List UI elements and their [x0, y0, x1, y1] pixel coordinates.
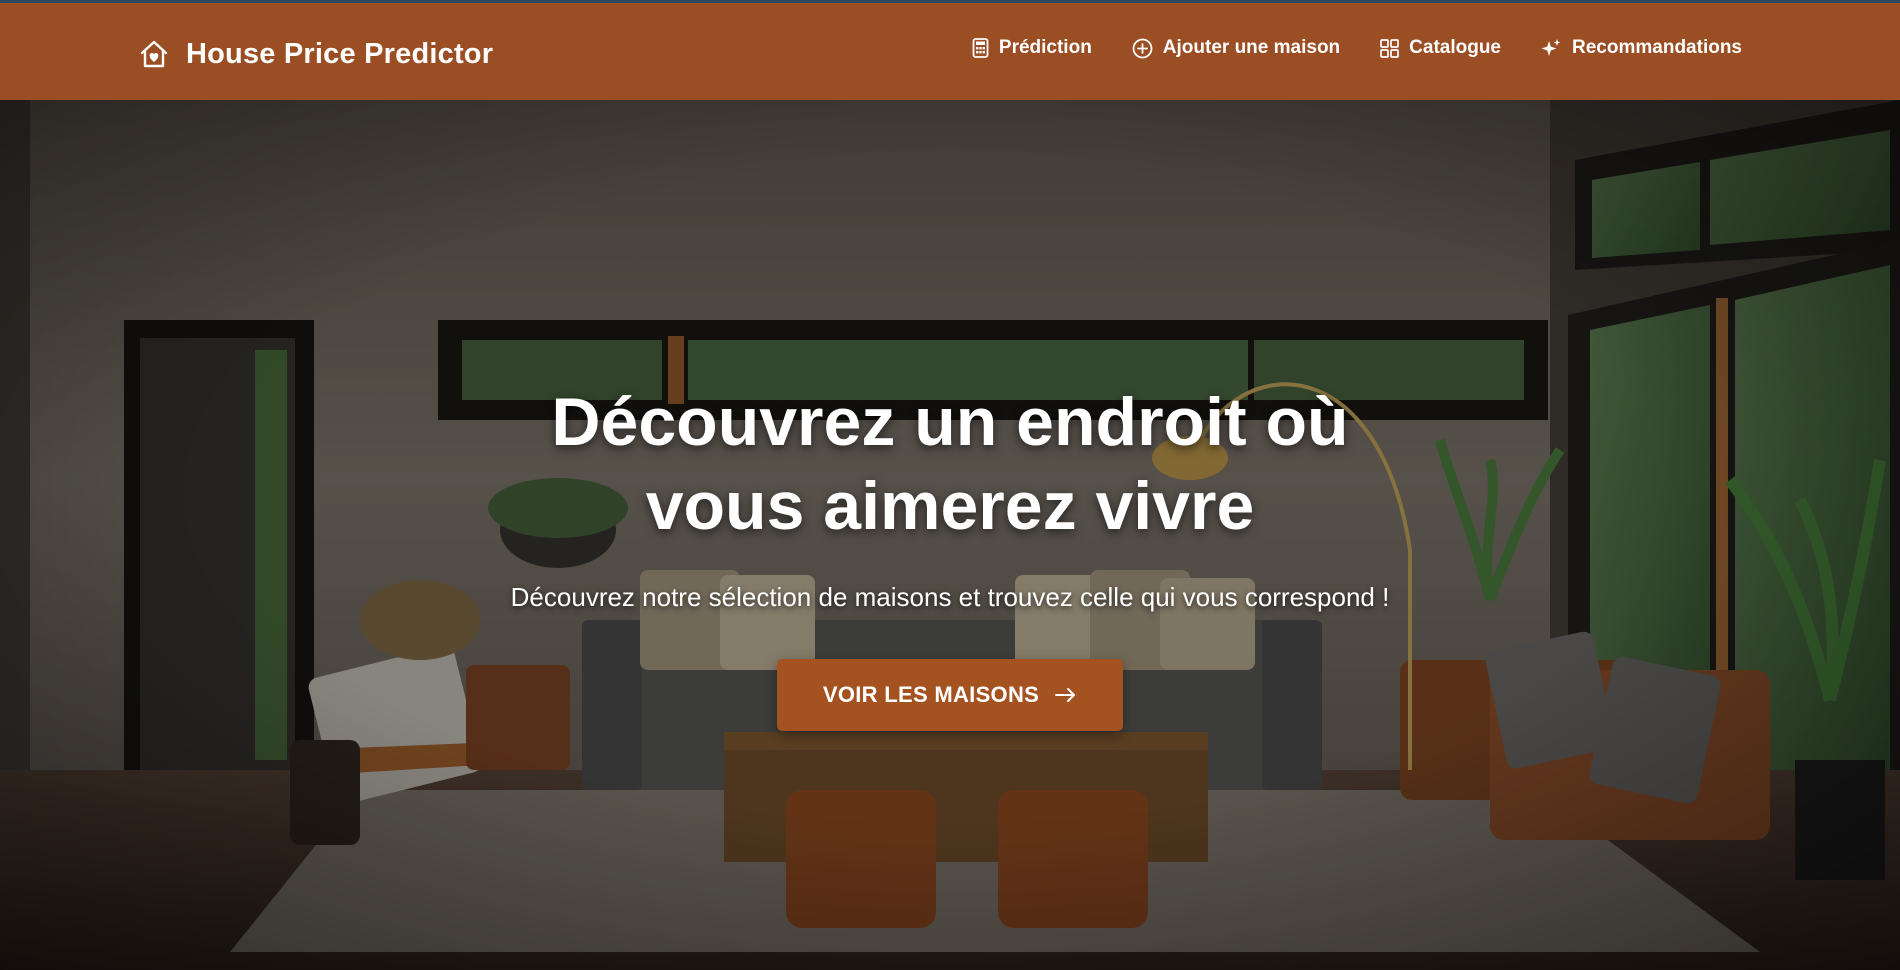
brand-title: House Price Predictor	[186, 37, 494, 70]
nav-item-recommendations[interactable]: Recommandations	[1541, 37, 1742, 59]
nav-item-add-house[interactable]: Ajouter une maison	[1132, 37, 1340, 59]
brand[interactable]: House Price Predictor	[138, 33, 493, 75]
hero-section: Découvrez un endroit où vous aimerez viv…	[0, 100, 1900, 970]
navbar: House Price Predictor Prédiction Ajouter…	[0, 0, 1900, 100]
nav-item-prediction[interactable]: Prédiction	[972, 37, 1092, 59]
sparkles-icon	[1541, 38, 1561, 56]
hero-title: Découvrez un endroit où vous aimerez viv…	[400, 380, 1500, 548]
hero-subtitle: Découvrez notre sélection de maisons et …	[510, 582, 1390, 612]
hero-content: Découvrez un endroit où vous aimerez viv…	[0, 380, 1900, 731]
main-nav: Prédiction Ajouter une maison Catalogue	[932, 37, 1742, 59]
view-houses-button[interactable]: VOIR LES MAISONS	[777, 659, 1123, 731]
nav-label: Ajouter une maison	[1162, 37, 1341, 58]
hero-title-line-2: vous aimerez vivre	[645, 468, 1255, 544]
grid-icon	[1380, 38, 1400, 58]
hero-title-line-1: Découvrez un endroit où	[551, 384, 1349, 460]
nav-label: Recommandations	[1572, 37, 1742, 58]
house-heart-icon	[140, 40, 168, 68]
calculator-icon	[972, 38, 989, 58]
cta-label: VOIR LES MAISONS	[822, 682, 1040, 707]
nav-item-catalogue[interactable]: Catalogue	[1380, 37, 1501, 59]
arrow-right-icon	[1055, 688, 1076, 702]
plus-circle-icon	[1132, 38, 1153, 58]
nav-label: Catalogue	[1409, 37, 1502, 58]
nav-label: Prédiction	[998, 37, 1092, 58]
